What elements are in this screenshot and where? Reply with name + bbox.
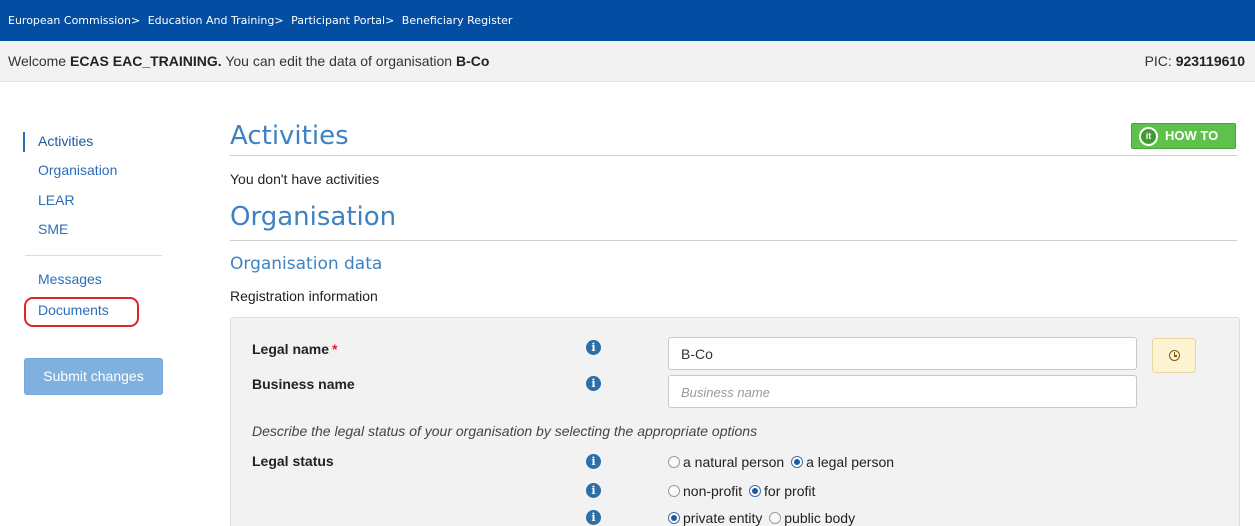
breadcrumb: European Commission> Education And Train… <box>0 0 1255 41</box>
how-to-button[interactable]: it HOW TO <box>1131 123 1236 149</box>
sidebar-item-organisation[interactable]: Organisation <box>38 162 117 178</box>
non-profit-radio[interactable] <box>668 485 680 497</box>
how-to-icon: it <box>1139 127 1158 146</box>
breadcrumb-item-register[interactable]: Beneficiary Register <box>402 14 513 27</box>
person-type-radio-group: a natural person a legal person <box>668 454 897 472</box>
legal-status-label: Legal status <box>252 453 334 469</box>
sidebar-item-sme[interactable]: SME <box>38 221 68 237</box>
legal-name-info-icon[interactable]: i <box>586 340 601 355</box>
pic-display: PIC: 923119610 <box>1144 53 1245 69</box>
sidebar-item-lear[interactable]: LEAR <box>38 192 75 208</box>
for-profit-radio[interactable] <box>749 485 762 497</box>
legal-name-label: Legal name * <box>252 341 338 357</box>
history-button[interactable] <box>1152 338 1196 373</box>
submit-changes-button[interactable]: Submit changes <box>24 358 163 395</box>
breadcrumb-item-portal[interactable]: Participant Portal <box>291 14 385 27</box>
activities-empty-text: You don't have activities <box>230 171 380 187</box>
welcome-user: ECAS EAC_TRAINING. <box>69 53 222 69</box>
business-name-label: Business name <box>252 376 355 392</box>
pic-value: 923119610 <box>1175 53 1245 69</box>
business-name-input[interactable] <box>668 375 1137 408</box>
legal-name-input[interactable] <box>668 337 1137 370</box>
clock-icon <box>1169 350 1180 361</box>
natural-person-radio[interactable] <box>668 456 680 468</box>
sidebar-divider <box>25 255 162 256</box>
registration-info-text: Registration information <box>230 288 378 304</box>
how-to-label: HOW TO <box>1165 128 1219 143</box>
sidebar-item-documents[interactable]: Documents <box>38 302 109 318</box>
private-entity-radio[interactable] <box>668 512 680 524</box>
sidebar-active-indicator <box>23 132 25 152</box>
activities-divider <box>230 155 1237 156</box>
business-name-info-icon[interactable]: i <box>586 376 601 391</box>
welcome-organisation: B-Co <box>455 53 490 69</box>
natural-legal-info-icon[interactable]: i <box>586 454 601 469</box>
entity-radio-group: private entity public body <box>668 510 858 526</box>
breadcrumb-item-education[interactable]: Education And Training <box>148 14 275 27</box>
sidebar-item-activities[interactable]: Activities <box>38 133 93 149</box>
profit-radio-group: non-profit for profit <box>668 483 818 501</box>
breadcrumb-item-commission[interactable]: European Commission <box>8 14 131 27</box>
welcome-message: Welcome ECAS EAC_TRAINING. You can edit … <box>8 53 490 69</box>
organisation-data-subtitle: Organisation data <box>230 254 383 274</box>
entity-info-icon[interactable]: i <box>586 510 601 525</box>
legal-status-description: Describe the legal status of your organi… <box>252 423 758 439</box>
legal-person-radio[interactable] <box>791 456 804 468</box>
organisation-title: Organisation <box>230 202 397 232</box>
welcome-bar: Welcome ECAS EAC_TRAINING. You can edit … <box>0 41 1255 82</box>
activities-title: Activities <box>230 121 349 151</box>
profit-info-icon[interactable]: i <box>586 483 601 498</box>
sidebar-item-messages[interactable]: Messages <box>38 271 102 287</box>
required-marker: * <box>332 341 338 357</box>
public-body-radio[interactable] <box>769 512 782 524</box>
organisation-divider <box>230 240 1237 241</box>
